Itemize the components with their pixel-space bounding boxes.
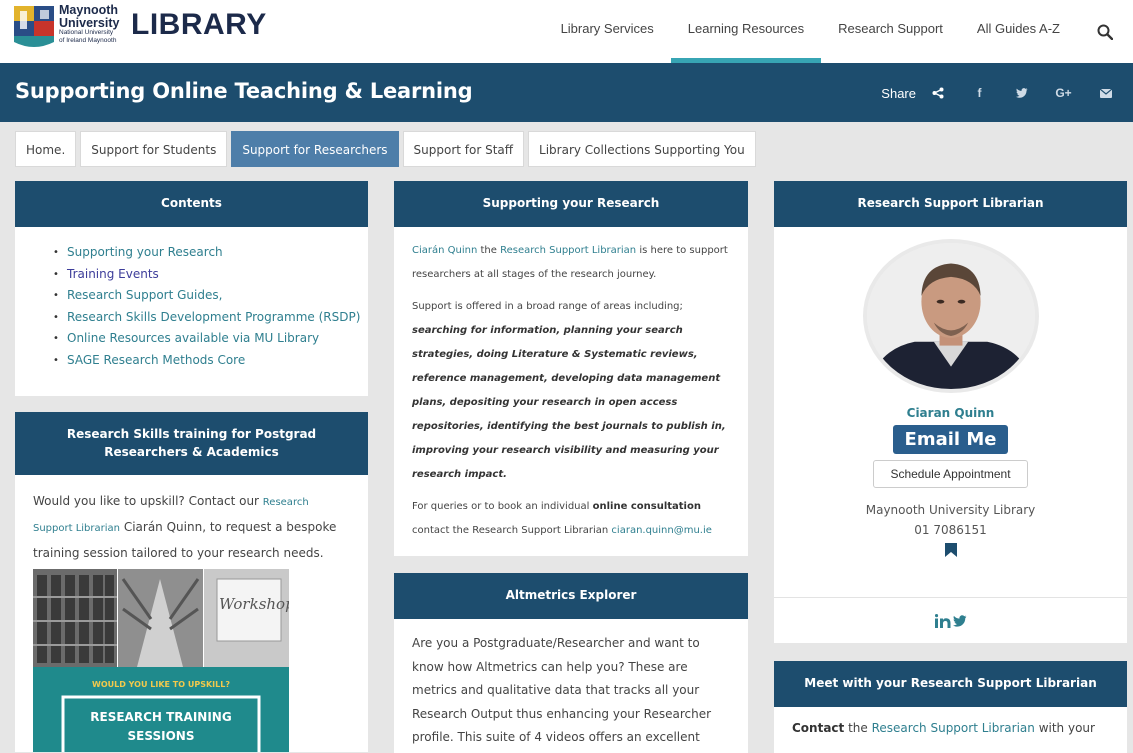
search-button[interactable] bbox=[1077, 0, 1133, 63]
supporting-research-body: Ciarán Quinn the Research Support Librar… bbox=[394, 227, 748, 543]
share-label: Share bbox=[881, 85, 916, 101]
research-skills-text-pre: Would you like to upskill? Contact our bbox=[33, 494, 263, 508]
tab-support-for-students[interactable]: Support for Students bbox=[80, 131, 228, 167]
meet-librarian-text: Contact the Research Support Librarian w… bbox=[774, 707, 1127, 735]
tab-library-collections[interactable]: Library Collections Supporting You bbox=[528, 131, 756, 167]
librarian-profile-link[interactable]: Research Support Librarian bbox=[500, 245, 636, 256]
altmetrics-panel: Altmetrics Explorer Are you a Postgradua… bbox=[394, 573, 748, 753]
tab-support-for-staff[interactable]: Support for Staff bbox=[402, 131, 525, 167]
library-name: Maynooth University Library bbox=[865, 503, 1036, 517]
email-me-button[interactable]: Email Me bbox=[892, 425, 1009, 454]
nav-learning-resources[interactable]: Learning Resources bbox=[670, 0, 822, 63]
logo-line-1: Maynooth bbox=[59, 3, 119, 17]
meet-post: with your bbox=[1034, 721, 1095, 735]
nav-library-services[interactable]: Library Services bbox=[544, 0, 671, 63]
banner-line-1: RESEARCH TRAINING bbox=[90, 710, 231, 724]
contents-link-sage[interactable]: SAGE Research Methods Core bbox=[53, 350, 368, 372]
library-wordmark[interactable]: LIBRARY bbox=[131, 8, 267, 42]
supporting-research-panel: Supporting your Research Ciarán Quinn th… bbox=[394, 181, 748, 556]
logo-line-2: University bbox=[59, 15, 120, 30]
banner-line-2: SESSIONS bbox=[128, 729, 195, 743]
meet-contact-word: Contact bbox=[792, 721, 845, 735]
meet-librarian-panel: Meet with your Research Support Libraria… bbox=[774, 661, 1127, 753]
guide-tabs: Home. Support for Students Support for R… bbox=[15, 131, 760, 167]
tab-home[interactable]: Home. bbox=[15, 131, 77, 167]
supporting-p2-pre: Support is offered in a broad range of a… bbox=[412, 301, 683, 312]
librarian-body: Ciaran Quinn Email Me Schedule Appointme… bbox=[774, 239, 1127, 561]
librarian-portrait-image bbox=[866, 243, 1035, 389]
upskill-text: WOULD YOU LIKE TO UPSKILL? bbox=[92, 680, 230, 689]
contents-link-online-resources[interactable]: Online Resources available via MU Librar… bbox=[53, 328, 368, 350]
title-bar: Supporting Online Teaching & Learning Sh… bbox=[0, 63, 1133, 122]
nav-all-guides[interactable]: All Guides A-Z bbox=[960, 0, 1077, 63]
twitter-icon[interactable] bbox=[1008, 80, 1035, 106]
librarian-location: Maynooth University Library 01 7086151 bbox=[774, 500, 1127, 540]
contents-heading: Contents bbox=[15, 181, 368, 227]
contents-list: Supporting your Research Training Events… bbox=[15, 227, 368, 371]
main-nav: Library Services Learning Resources Rese… bbox=[544, 0, 1133, 63]
supporting-p2-areas: searching for information, planning your… bbox=[412, 325, 726, 480]
logo-line-4: of Ireland Maynooth bbox=[59, 36, 117, 44]
meet-librarian-heading: Meet with your Research Support Libraria… bbox=[774, 661, 1127, 707]
supporting-p3-consultation: online consultation bbox=[592, 501, 701, 512]
twitter-profile-icon[interactable] bbox=[952, 614, 967, 627]
librarian-avatar bbox=[862, 239, 1039, 393]
site-header: Maynooth University National University … bbox=[0, 0, 1133, 63]
university-wordmark[interactable]: Maynooth University National University … bbox=[59, 4, 119, 44]
share-bar: Share f G+ bbox=[881, 80, 1119, 106]
search-icon bbox=[1097, 24, 1113, 40]
google-plus-icon[interactable]: G+ bbox=[1050, 80, 1077, 106]
research-skills-heading: Research Skills training for Postgrad Re… bbox=[15, 412, 368, 475]
librarian-phone: 01 7086151 bbox=[914, 523, 987, 537]
librarian-profile-panel: Research Support Librarian Ciaran Quinn … bbox=[774, 181, 1127, 643]
research-skills-text: Would you like to upskill? Contact our R… bbox=[15, 475, 368, 565]
contents-link-rsdp[interactable]: Research Skills Development Programme (R… bbox=[53, 307, 368, 329]
workshop-sign-text: Workshop bbox=[219, 595, 289, 613]
share-icon[interactable] bbox=[924, 80, 951, 106]
tab-support-for-researchers[interactable]: Support for Researchers bbox=[231, 131, 399, 167]
librarian-email-link[interactable]: ciaran.quinn@mu.ie bbox=[611, 525, 712, 536]
supporting-paragraph-1: Ciarán Quinn the Research Support Librar… bbox=[412, 239, 730, 287]
supporting-p3-pre: For queries or to book an individual bbox=[412, 501, 593, 512]
supporting-paragraph-2: Support is offered in a broad range of a… bbox=[412, 295, 730, 487]
linkedin-icon[interactable] bbox=[934, 613, 951, 628]
research-training-image[interactable]: Workshop WOULD YOU LIKE TO UPSKILL? RESE… bbox=[33, 569, 289, 752]
nav-research-support[interactable]: Research Support bbox=[821, 0, 960, 63]
librarian-social-links bbox=[774, 597, 1127, 643]
research-skills-panel: Research Skills training for Postgrad Re… bbox=[15, 412, 368, 752]
supporting-paragraph-3: For queries or to book an individual onl… bbox=[412, 495, 730, 543]
contents-link-supporting-research[interactable]: Supporting your Research bbox=[53, 242, 368, 264]
supporting-p1-mid: the bbox=[477, 245, 501, 256]
supporting-p3-mid: contact the Research Support Librarian bbox=[412, 525, 612, 536]
meet-mid: the bbox=[844, 721, 872, 735]
contents-panel: Contents Supporting your Research Traini… bbox=[15, 181, 368, 396]
altmetrics-text: Are you a Postgraduate/Researcher and wa… bbox=[412, 636, 712, 744]
facebook-icon[interactable]: f bbox=[966, 80, 993, 106]
contents-link-research-support-guides[interactable]: Research Support Guides, bbox=[53, 285, 368, 307]
logo-line-3: National University bbox=[59, 29, 114, 36]
ciaran-quinn-link[interactable]: Ciarán Quinn bbox=[412, 245, 477, 256]
email-share-icon[interactable] bbox=[1092, 80, 1119, 106]
librarian-name[interactable]: Ciaran Quinn bbox=[774, 406, 1127, 420]
bookmark-icon[interactable] bbox=[944, 543, 957, 557]
schedule-appointment-button[interactable]: Schedule Appointment bbox=[873, 460, 1028, 488]
altmetrics-heading: Altmetrics Explorer bbox=[394, 573, 748, 619]
librarian-heading: Research Support Librarian bbox=[774, 181, 1127, 227]
contents-link-training-events[interactable]: Training Events bbox=[53, 264, 368, 286]
supporting-research-heading: Supporting your Research bbox=[394, 181, 748, 227]
meet-librarian-link[interactable]: Research Support Librarian bbox=[872, 721, 1035, 735]
university-crest-icon[interactable] bbox=[14, 6, 54, 50]
page-title: Supporting Online Teaching & Learning bbox=[15, 79, 473, 103]
